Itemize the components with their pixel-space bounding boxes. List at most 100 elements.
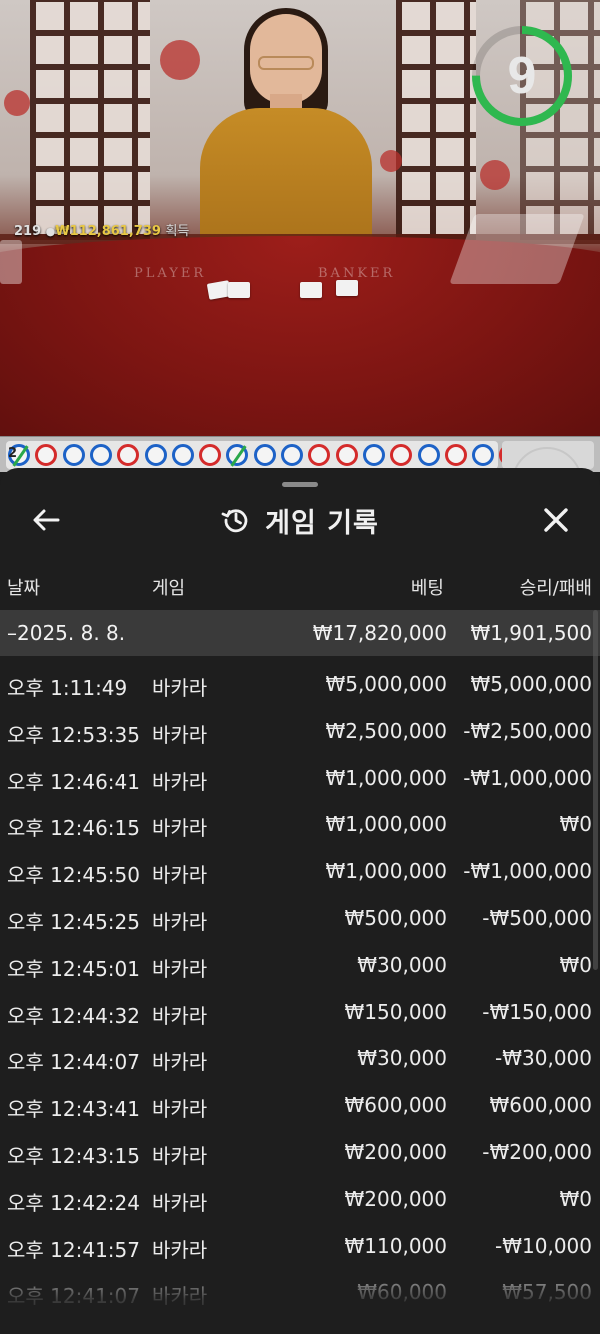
row-time: 오후 12:46:41 [7, 769, 140, 794]
scrollbar[interactable] [593, 610, 598, 970]
row-time: 오후 12:45:01 [7, 956, 140, 981]
history-row[interactable]: 오후 12:45:25 바카라 ₩500,000 -₩500,000 [0, 896, 600, 943]
road-cell-player [472, 444, 495, 466]
row-result: -₩500,000 [482, 905, 592, 930]
row-bet: ₩200,000 [344, 1139, 447, 1164]
date-group-row[interactable]: –2025. 8. 8. ₩17,820,000 ₩1,901,500 [0, 610, 600, 656]
road-cell-banker [444, 444, 467, 466]
row-game: 바카라 [152, 1237, 208, 1262]
row-time: 오후 12:41:07 [7, 1284, 140, 1309]
row-game: 바카라 [152, 1050, 208, 1075]
history-row[interactable]: 오후 12:44:32 바카라 ₩150,000 -₩150,000 [0, 990, 600, 1037]
row-result: -₩30,000 [495, 1046, 592, 1071]
column-header-result: 승리/패배 [519, 578, 592, 599]
row-game: 바카라 [152, 1003, 208, 1028]
row-result: -₩2,500,000 [463, 718, 592, 743]
bead-road [6, 441, 522, 469]
history-row[interactable]: 오후 12:46:41 바카라 ₩1,000,000 -₩1,000,000 [0, 756, 600, 803]
card [228, 282, 250, 298]
road-cell-player [281, 444, 303, 466]
winnings-amount: ₩112,861,739 [55, 224, 161, 239]
row-bet: ₩1,000,000 [325, 765, 447, 790]
row-result: -₩10,000 [495, 1233, 592, 1258]
row-time: 오후 12:44:32 [7, 1003, 140, 1028]
road-cell-banker [199, 444, 222, 466]
row-bet: ₩5,000,000 [325, 672, 447, 696]
row-time: 오후 12:41:57 [7, 1237, 140, 1262]
history-row[interactable]: 오후 1:11:49 바카라 ₩5,000,000 ₩5,000,000 [0, 662, 600, 709]
road-cell-player [89, 444, 112, 466]
player-count: 219 [14, 224, 42, 239]
road-count-badge: 2 [8, 446, 18, 461]
row-game: 바카라 [152, 769, 208, 794]
sheet-grabber[interactable] [282, 482, 318, 487]
card [300, 282, 322, 298]
column-header-bet: 베팅 [410, 578, 444, 599]
bet-timer: 9 [472, 22, 576, 132]
row-result: -₩1,000,000 [463, 859, 592, 884]
close-icon [544, 508, 568, 532]
game-history-sheet: 게임 기록 날짜 게임 베팅 승리/패배 –2025. 8. 8. ₩17,82… [0, 468, 600, 1334]
history-row[interactable]: 오후 12:43:15 바카라 ₩200,000 -₩200,000 [0, 1130, 600, 1177]
row-bet: ₩1,000,000 [325, 812, 447, 837]
discard-tray [0, 240, 22, 284]
row-bet: ₩2,500,000 [325, 718, 447, 743]
sheet-title-group: 게임 기록 [0, 494, 600, 546]
row-bet: ₩500,000 [344, 905, 447, 930]
lattice-panel-left [30, 0, 150, 240]
road-cell-player [62, 444, 85, 466]
card [336, 280, 358, 296]
history-row[interactable]: 오후 12:42:24 바카라 ₩200,000 ₩0 [0, 1177, 600, 1224]
history-row[interactable]: 오후 12:43:41 바카라 ₩600,000 ₩600,000 [0, 1083, 600, 1130]
history-row[interactable]: 오후 12:44:07 바카라 ₩30,000 -₩30,000 [0, 1036, 600, 1083]
row-result: ₩0 [559, 952, 593, 977]
history-row[interactable]: 오후 12:41:07 바카라 ₩60,000 ₩57,500 [0, 1270, 600, 1317]
row-bet: ₩200,000 [344, 1186, 447, 1211]
row-game: 바카라 [152, 909, 208, 934]
timer-value: 9 [507, 47, 537, 105]
blossom-decor [380, 150, 402, 172]
close-button[interactable] [538, 502, 574, 538]
bead-road-strip[interactable]: 2 [0, 436, 600, 517]
row-bet: ₩600,000 [344, 1093, 447, 1118]
sheet-header: 게임 기록 [0, 494, 600, 546]
row-result: -₩150,000 [482, 999, 592, 1024]
row-result: ₩5,000,000 [470, 672, 592, 696]
road-cell-player [362, 444, 385, 466]
dealer [200, 8, 372, 258]
column-header-game: 게임 [152, 578, 186, 599]
blossom-decor [480, 160, 510, 190]
row-game: 바카라 [152, 1143, 208, 1168]
road-cell-banker [35, 444, 58, 466]
history-row[interactable]: 오후 12:45:50 바카라 ₩1,000,000 -₩1,000,000 [0, 849, 600, 896]
row-game: 바카라 [152, 1284, 208, 1309]
history-row[interactable]: 오후 12:53:35 바카라 ₩2,500,000 -₩2,500,000 [0, 709, 600, 756]
group-bet-total: ₩17,820,000 [312, 621, 447, 645]
table-header: 날짜 게임 베팅 승리/패배 [0, 568, 600, 604]
group-result-total: ₩1,901,500 [470, 621, 592, 645]
blossom-decor [4, 90, 30, 116]
row-bet: ₩1,000,000 [325, 859, 447, 884]
row-time: 오후 12:44:07 [7, 1050, 140, 1075]
road-cell-player [226, 444, 249, 467]
history-row[interactable]: 오후 12:41:57 바카라 ₩110,000 -₩10,000 [0, 1224, 600, 1271]
row-result: ₩0 [559, 1186, 593, 1211]
history-list: 오후 1:11:49 바카라 ₩5,000,000 ₩5,000,000 오후 12:5… [0, 662, 600, 1317]
road-extra-panel[interactable] [502, 441, 594, 517]
lattice-panel-mid [396, 0, 476, 240]
row-time: 오후 12:45:50 [7, 863, 140, 888]
row-time: 오후 12:42:24 [7, 1190, 140, 1215]
row-bet: ₩30,000 [357, 1046, 447, 1071]
row-game: 바카라 [152, 1097, 208, 1122]
road-cell-banker [308, 444, 331, 466]
person-icon: ● [45, 225, 56, 238]
live-video: PLAYER BANKER 219 ●₩112,861,739 획득 9 [0, 0, 600, 438]
row-time: 오후 12:43:15 [7, 1143, 140, 1168]
road-cell-banker [117, 444, 140, 466]
row-bet: ₩150,000 [344, 999, 447, 1024]
row-result: ₩57,500 [502, 1280, 592, 1305]
row-result: -₩200,000 [482, 1139, 592, 1164]
history-row[interactable]: 오후 12:45:01 바카라 ₩30,000 ₩0 [0, 943, 600, 990]
history-row[interactable]: 오후 12:46:15 바카라 ₩1,000,000 ₩0 [0, 802, 600, 849]
road-cell-banker [390, 444, 413, 466]
